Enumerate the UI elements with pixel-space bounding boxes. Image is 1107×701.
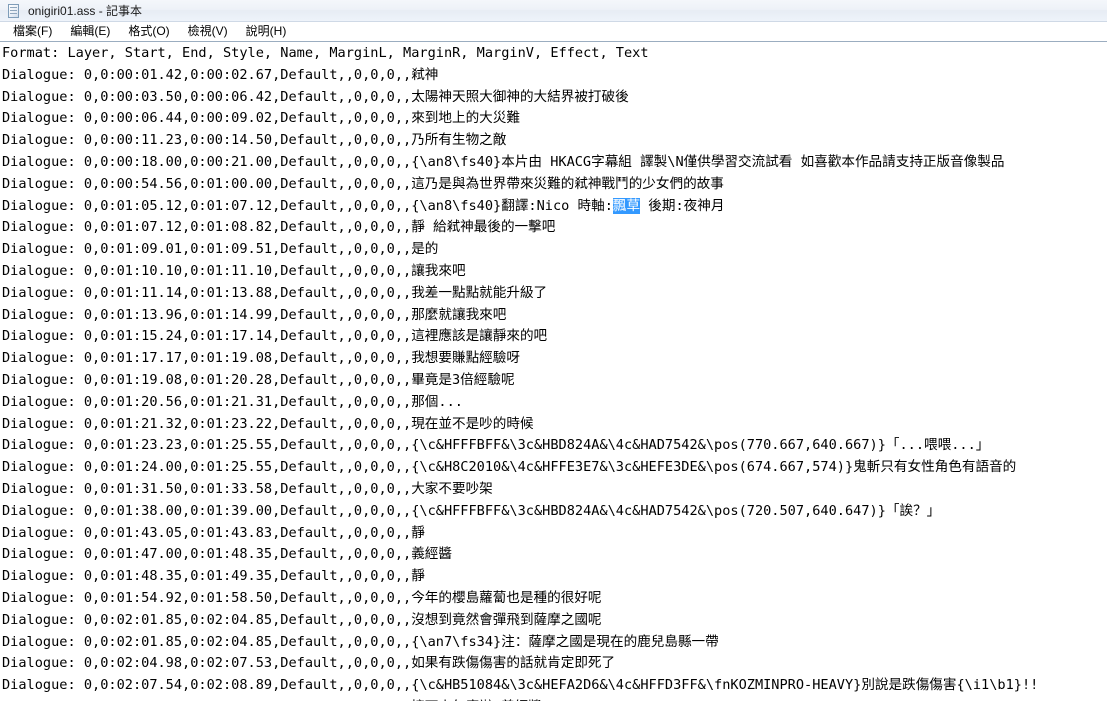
text-editor-area[interactable]: Format: Layer, Start, End, Style, Name, … [0,42,1107,701]
notepad-window: onigiri01.ass - 記事本 檔案(F) 編輯(E) 格式(O) 檢視… [0,0,1107,701]
document-line[interactable]: Dialogue: 0,0:02:09.09,0:02:11.29,Defaul… [2,697,1107,701]
document-line[interactable]: Dialogue: 0,0:01:07.12,0:01:08.82,Defaul… [2,217,1107,239]
document-line[interactable]: Dialogue: 0,0:01:17.17,0:01:19.08,Defaul… [2,348,1107,370]
document-text[interactable]: Format: Layer, Start, End, Style, Name, … [0,42,1107,701]
line-text-after-selection: 後期:夜神月 [640,197,725,214]
document-line[interactable]: Dialogue: 0,0:00:01.42,0:00:02.67,Defaul… [2,65,1107,87]
document-line[interactable]: Dialogue: 0,0:02:01.85,0:02:04.85,Defaul… [2,610,1107,632]
menu-edit[interactable]: 編輯(E) [61,23,119,41]
document-line[interactable]: Dialogue: 0,0:01:47.00,0:01:48.35,Defaul… [2,544,1107,566]
document-line[interactable]: Dialogue: 0,0:01:54.92,0:01:58.50,Defaul… [2,588,1107,610]
document-line[interactable]: Dialogue: 0,0:01:20.56,0:01:21.31,Defaul… [2,392,1107,414]
document-line[interactable]: Dialogue: 0,0:02:04.98,0:02:07.53,Defaul… [2,653,1107,675]
document-line[interactable]: Dialogue: 0,0:01:24.00,0:01:25.55,Defaul… [2,457,1107,479]
menu-file[interactable]: 檔案(F) [4,23,61,41]
menu-help[interactable]: 說明(H) [237,23,296,41]
document-line[interactable]: Dialogue: 0,0:00:03.50,0:00:06.42,Defaul… [2,87,1107,109]
document-line[interactable]: Dialogue: 0,0:02:01.85,0:02:04.85,Defaul… [2,632,1107,654]
window-title: onigiri01.ass - 記事本 [28,4,143,18]
document-line[interactable]: Dialogue: 0,0:01:23.23,0:01:25.55,Defaul… [2,435,1107,457]
document-line[interactable]: Dialogue: 0,0:01:38.00,0:01:39.00,Defaul… [2,501,1107,523]
document-line[interactable]: Dialogue: 0,0:01:21.32,0:01:23.22,Defaul… [2,414,1107,436]
document-line[interactable]: Dialogue: 0,0:00:18.00,0:00:21.00,Defaul… [2,152,1107,174]
document-line[interactable]: Dialogue: 0,0:02:07.54,0:02:08.89,Defaul… [2,675,1107,697]
document-line[interactable]: Dialogue: 0,0:00:54.56,0:01:00.00,Defaul… [2,174,1107,196]
window-titlebar[interactable]: onigiri01.ass - 記事本 [0,0,1107,22]
line-text-before-selection: Dialogue: 0,0:01:05.12,0:01:07.12,Defaul… [2,197,613,214]
document-line[interactable]: Dialogue: 0,0:01:13.96,0:01:14.99,Defaul… [2,305,1107,327]
document-line[interactable]: Dialogue: 0,0:01:31.50,0:01:33.58,Defaul… [2,479,1107,501]
document-line[interactable]: Dialogue: 0,0:01:43.05,0:01:43.83,Defaul… [2,523,1107,545]
document-line[interactable]: Dialogue: 0,0:01:10.10,0:01:11.10,Defaul… [2,261,1107,283]
document-line[interactable]: Dialogue: 0,0:01:05.12,0:01:07.12,Defaul… [2,196,1107,218]
document-line[interactable]: Dialogue: 0,0:00:11.23,0:00:14.50,Defaul… [2,130,1107,152]
menu-view[interactable]: 檢視(V) [179,23,237,41]
document-line[interactable]: Dialogue: 0,0:01:19.08,0:01:20.28,Defaul… [2,370,1107,392]
document-line[interactable]: Dialogue: 0,0:01:15.24,0:01:17.14,Defaul… [2,326,1107,348]
document-line[interactable]: Dialogue: 0,0:01:11.14,0:01:13.88,Defaul… [2,283,1107,305]
document-line[interactable]: Dialogue: 0,0:00:06.44,0:00:09.02,Defaul… [2,108,1107,130]
menu-format[interactable]: 格式(O) [119,23,178,41]
document-line[interactable]: Dialogue: 0,0:01:48.35,0:01:49.35,Defaul… [2,566,1107,588]
menu-bar: 檔案(F) 編輯(E) 格式(O) 檢視(V) 說明(H) [0,22,1107,42]
document-line[interactable]: Format: Layer, Start, End, Style, Name, … [2,43,1107,65]
document-line[interactable]: Dialogue: 0,0:01:09.01,0:01:09.51,Defaul… [2,239,1107,261]
selected-text[interactable]: 飄草 [612,197,641,214]
notepad-document-icon [6,3,22,19]
